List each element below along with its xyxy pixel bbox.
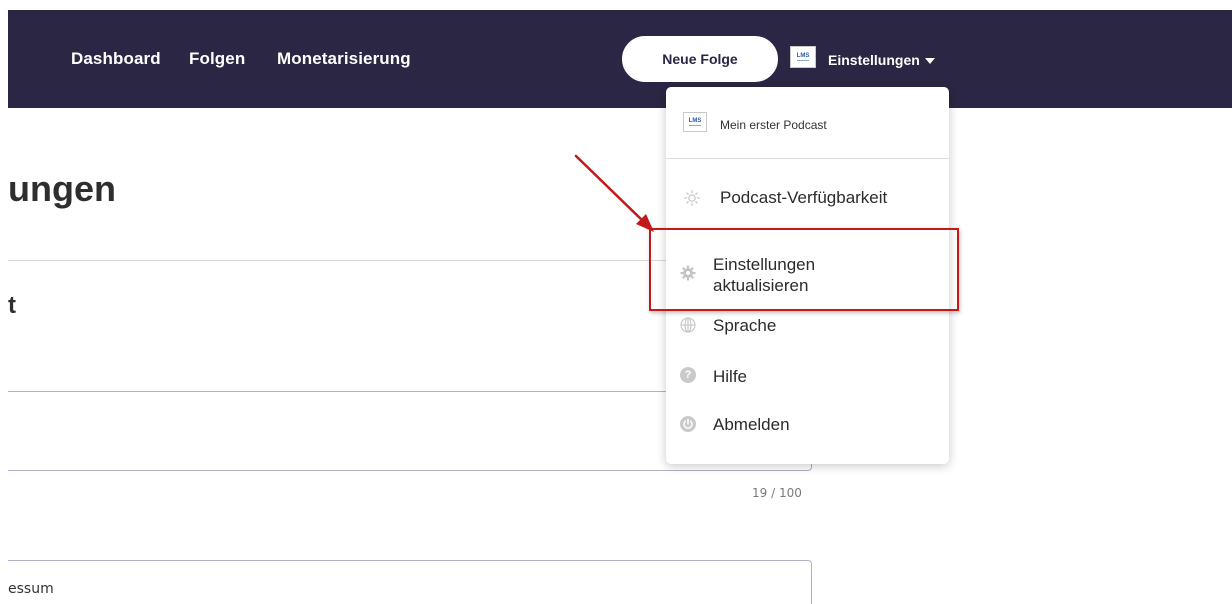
- dropdown-item-podcast-label: Mein erster Podcast: [720, 118, 827, 132]
- podcast-logo[interactable]: LMS: [790, 46, 816, 68]
- globe-icon: [680, 317, 696, 333]
- podcast-thumbnail-text: LMS: [688, 118, 702, 126]
- power-icon: [680, 416, 696, 432]
- dropdown-item-language-label: Sprache: [713, 316, 777, 335]
- description-value: essum: [8, 581, 54, 597]
- dropdown-divider: [666, 158, 949, 159]
- section-title: t: [8, 292, 16, 319]
- annotation-highlight-box: [649, 228, 959, 311]
- dropdown-item-logout-label: Abmelden: [713, 415, 790, 434]
- page-title: ungen: [8, 168, 116, 209]
- nav-link-monetarisierung[interactable]: Monetarisierung: [277, 49, 411, 69]
- dropdown-item-availability-label: Podcast-Verfügbarkeit: [720, 188, 888, 207]
- nav-link-folgen[interactable]: Folgen: [189, 49, 245, 69]
- nav-link-dashboard[interactable]: Dashboard: [71, 49, 161, 69]
- new-episode-button[interactable]: Neue Folge: [622, 36, 778, 82]
- sun-icon: [684, 190, 700, 206]
- question-icon: ?: [680, 367, 696, 383]
- description-input[interactable]: [8, 560, 812, 604]
- settings-menu-trigger[interactable]: Einstellungen: [828, 52, 935, 68]
- caret-down-icon: [924, 58, 935, 64]
- settings-menu-label: Einstellungen: [828, 52, 920, 68]
- annotation-arrow-icon: [574, 154, 654, 232]
- dropdown-item-help-label: Hilfe: [713, 367, 748, 386]
- podcast-thumbnail: LMS: [683, 112, 707, 132]
- podcast-logo-text: LMS: [796, 53, 810, 61]
- character-counter: 19 / 100: [752, 486, 802, 500]
